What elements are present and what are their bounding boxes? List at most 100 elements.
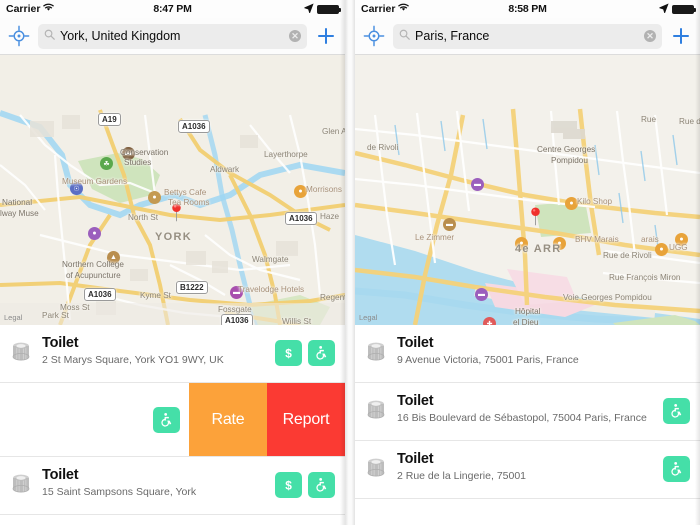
search-nav-bar: Paris, France ✕ [355,18,700,55]
dollar-badge[interactable]: $ [275,472,302,498]
map-poi-icon[interactable]: ● [515,237,528,250]
search-nav-bar: York, United Kingdom ✕ [0,18,345,55]
map-road-shield: A1036 [285,212,317,225]
list-item-text: Toilet 2 Rue de la Lingerie, 75001 [397,450,655,484]
map-poi-icon[interactable]: ☉ [70,182,83,195]
map-poi-icon[interactable]: ▲ [107,251,120,264]
map-road-shield: A1036 [178,120,210,133]
rate-action[interactable]: Rate [189,383,267,456]
phone-screenshot-paris: Carrier8:58 PMParis, France✕▬▬●●●▬✚▬●●de… [355,0,700,525]
clear-x-icon[interactable]: ✕ [644,30,656,42]
list-item-badges [663,450,690,482]
wheelchair-badge[interactable] [153,406,180,433]
list-item-text: Toilet 16 Bis Boulevard de Sébastopol, 75… [397,392,655,426]
search-input-value: York, United Kingdom [60,29,181,43]
toilet-roll-icon [8,334,34,370]
wheelchair-badge[interactable] [663,456,690,482]
svg-text:$: $ [285,346,292,360]
screenshot-divider [345,0,355,525]
map-view[interactable]: ▬▬●●●▬✚▬●●de RivoliCentre GeorgesPompido… [355,55,700,325]
map-legal-link[interactable]: Legal [359,313,377,322]
battery-icon [672,4,696,14]
map-poi-icon[interactable]: ● [553,237,566,250]
list-item-address: 16 Bis Boulevard de Sébastopol, 75004 Pa… [397,412,647,424]
list-item[interactable]: Toilet 2 Rue de la Lingerie, 75001 [355,441,700,499]
status-time: 8:47 PM [153,3,192,15]
list-item[interactable]: Toilet 16 Bis Boulevard de Sébastopol, 75… [355,383,700,441]
map-poi-icon[interactable]: ● [88,227,101,240]
status-time: 8:58 PM [508,3,547,15]
map-road-shield: A1036 [84,288,116,301]
svg-text:$: $ [285,478,292,492]
list-item-badges: $ [275,466,335,498]
results-list[interactable]: Toilet 2 St Marys Square, York YO1 9WY, U… [0,325,345,525]
location-arrow-icon [659,3,669,16]
search-input-value: Paris, France [415,29,490,43]
map-legal-link[interactable]: Legal [4,313,22,322]
edge-shadow [695,0,700,525]
list-item-badges: $ [275,334,335,366]
map-poi-icon[interactable]: ▬ [475,288,488,301]
map-poi-icon[interactable]: ▬ [443,218,456,231]
toilet-roll-icon [363,392,389,428]
toilet-roll-icon [8,466,34,502]
results-list[interactable]: Toilet 9 Avenue Victoria, 75001 Paris, Fr… [355,325,700,525]
list-item[interactable]: Toilet 2 St Marys Square, York YO1 9WY, U… [0,325,345,383]
map-poi-icon[interactable]: ▬ [471,178,484,191]
map-poi-icon[interactable]: ▬ [230,286,243,299]
list-item-badges [663,392,690,424]
map-view[interactable]: ☘☉●●●▬▲▲●▬ConservationStudiesMuseum Gard… [0,55,345,325]
list-item[interactable]: Toilet 15 Saint Sampsons Square, York $ [0,457,345,515]
plus-icon[interactable] [315,25,337,47]
search-input[interactable]: York, United Kingdom ✕ [38,23,307,49]
map-poi-icon[interactable]: ● [565,197,578,210]
list-item-title: Toilet [397,451,434,467]
plus-icon[interactable] [670,25,692,47]
battery-icon [317,4,341,14]
list-item[interactable]: Toilet 9 Avenue Victoria, 75001 Paris, Fr… [355,325,700,383]
status-bar: Carrier 8:47 PM [0,0,345,18]
list-item-address: 15 Saint Sampsons Square, York [42,486,197,498]
dual-screenshot-stage: Carrier 8:47 PM York, United Kingdom ✕ ☘ ☉ ● ● ●… [0,0,700,525]
map-poi-icon[interactable]: ● [148,191,161,204]
toilet-roll-icon [363,334,389,370]
list-item-badges [0,406,189,433]
map-poi-icon[interactable]: ✚ [483,317,496,325]
map-poi-icon[interactable]: ☘ [100,157,113,170]
map-poi-icon[interactable]: ● [675,233,688,246]
list-item-title: Toilet [42,467,79,483]
list-item-address: 2 Rue de la Lingerie, 75001 [397,470,527,482]
list-item-title: Toilet [397,393,434,409]
wheelchair-badge[interactable] [308,340,335,366]
list-item-address: 2 St Marys Square, York YO1 9WY, UK [42,354,224,366]
search-input[interactable]: Paris, France ✕ [393,23,662,49]
list-item-address: 9 Avenue Victoria, 75001 Paris, France [397,354,579,366]
wheelchair-badge[interactable] [663,398,690,424]
search-icon [399,27,410,45]
locate-crosshair-icon[interactable] [363,25,385,47]
list-item-text: Toilet 15 Saint Sampsons Square, York [42,466,267,500]
search-icon [44,27,55,45]
map-road-shield: A1036 [221,314,253,325]
status-right-group [304,3,341,16]
edge-shadow [340,0,345,525]
map-poi-icon[interactable]: ▬ [122,147,135,160]
status-bar: Carrier 8:58 PM [355,0,700,18]
list-item-text: Toilet 2 St Marys Square, York YO1 9WY, U… [42,334,267,368]
list-item-title: Toilet [397,335,434,351]
location-arrow-icon [304,3,314,16]
toilet-roll-icon [363,450,389,486]
clear-x-icon[interactable]: ✕ [289,30,301,42]
dollar-badge[interactable]: $ [275,340,302,366]
map-road-shield: A19 [98,113,121,126]
map-poi-icon[interactable]: ● [294,185,307,198]
wheelchair-badge[interactable] [308,472,335,498]
list-item-text: Toilet 9 Avenue Victoria, 75001 Paris, Fr… [397,334,682,368]
list-item-title: Toilet [42,335,79,351]
map-poi-icon[interactable]: ● [655,243,668,256]
status-right-group [659,3,696,16]
report-action[interactable]: Report [267,383,345,456]
locate-crosshair-icon[interactable] [8,25,30,47]
list-item-swiped[interactable]: tRateReport [0,383,345,457]
map-road-shield: B1222 [176,281,208,294]
